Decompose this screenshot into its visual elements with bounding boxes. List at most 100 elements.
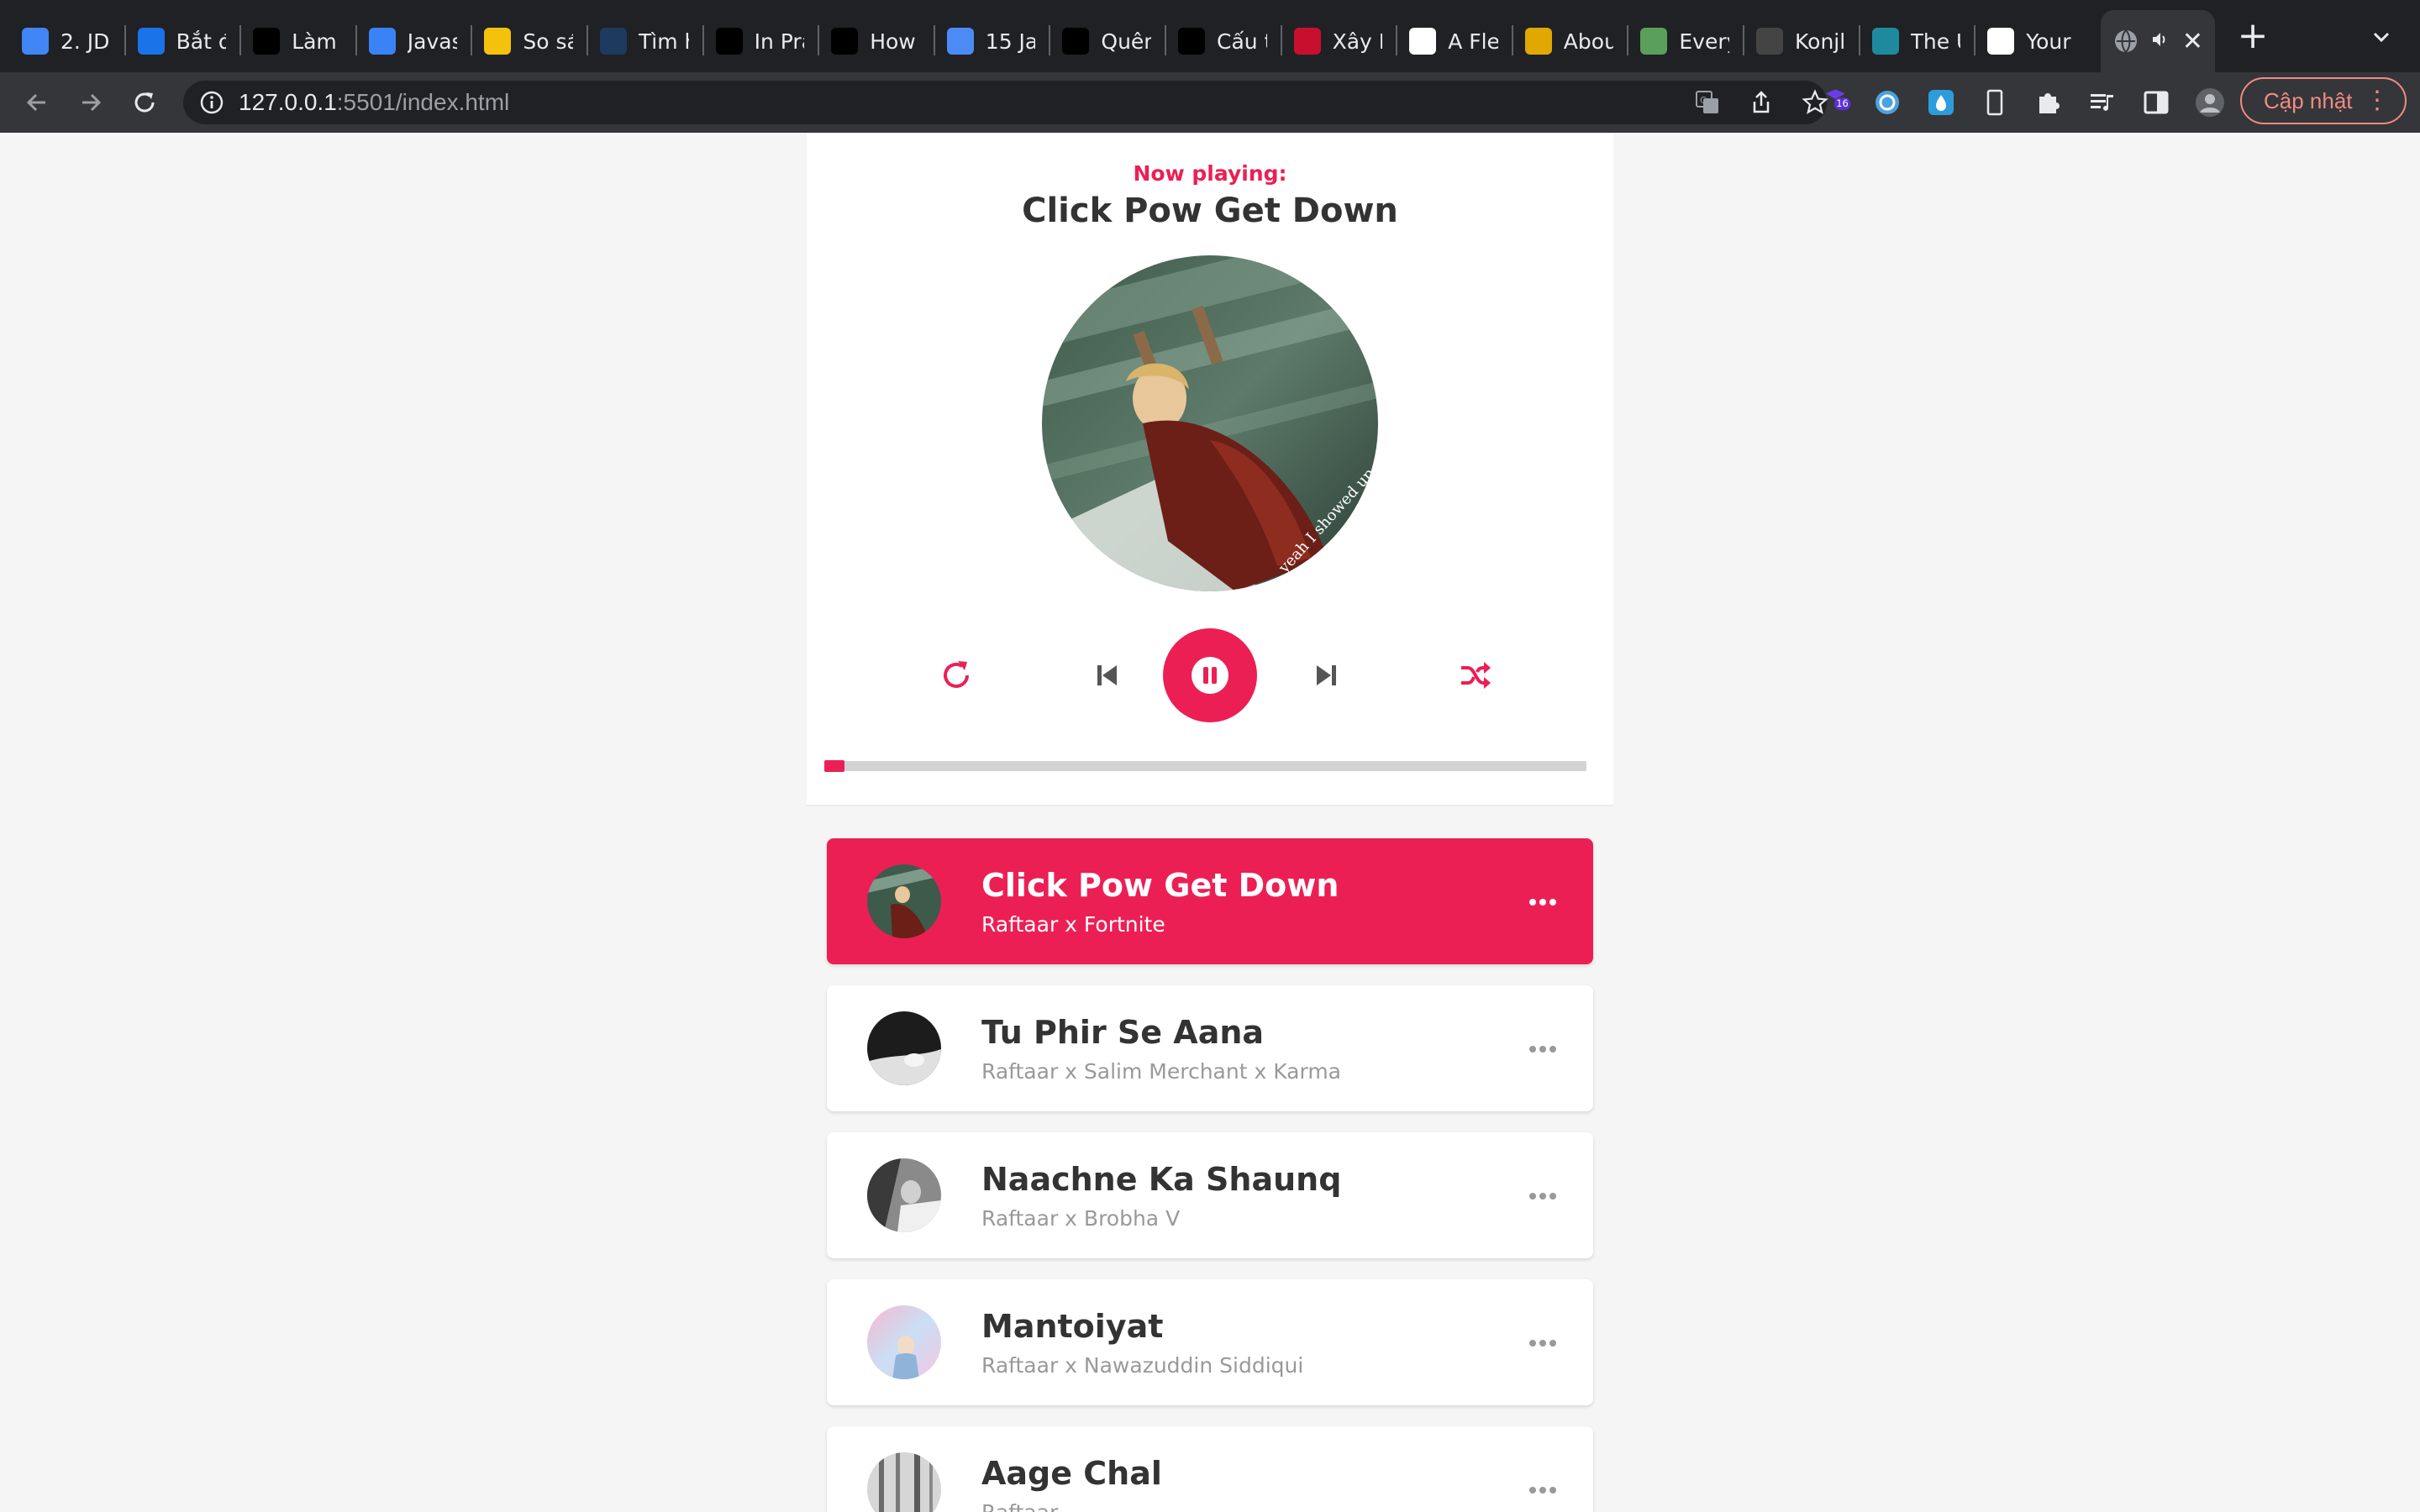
circle-logo-icon [253, 28, 281, 55]
extension-badge-icon[interactable]: 16 [1822, 84, 1852, 114]
codepen-icon [1409, 28, 1437, 55]
puzzle-icon[interactable] [2033, 87, 2064, 118]
new-tab-button[interactable]: + [2235, 18, 2270, 55]
tab-title: Abou [1563, 29, 1614, 54]
slash-circle-icon [715, 28, 743, 55]
konjl-icon [1756, 28, 1783, 55]
song-author: Raftaar [981, 1500, 1058, 1512]
info-icon[interactable] [200, 91, 224, 118]
tab-title: The U [1910, 29, 1961, 54]
update-label: Cập nhật [2264, 87, 2353, 113]
browser-tab[interactable]: 15 Ja [935, 10, 1048, 72]
speaker-icon[interactable] [2151, 29, 2170, 54]
tab-title: A Fle [1448, 29, 1498, 54]
address-bar[interactable]: 127.0.0.1:5501/index.html G [183, 81, 1828, 124]
url-path: :5501/index.html [336, 89, 510, 115]
browser-tab[interactable]: Quên [1050, 10, 1163, 72]
playlist-song[interactable]: Tu Phir Se Aana Raftaar x Salim Merchant … [827, 985, 1593, 1111]
song-author: Raftaar x Nawazuddin Siddiqui [981, 1353, 1304, 1378]
arrow-left-icon [26, 93, 45, 112]
pause-icon [1192, 657, 1228, 694]
back-button[interactable] [18, 84, 55, 121]
more-options-icon[interactable] [1526, 1326, 1560, 1360]
shuffle-button[interactable] [1454, 654, 1497, 697]
play-pause-button[interactable] [1163, 628, 1257, 722]
tab-separator [1743, 25, 1744, 55]
k-icon [600, 28, 627, 55]
reload-icon [134, 92, 155, 113]
more-options-icon[interactable] [1526, 885, 1560, 919]
repeat-button[interactable] [934, 654, 978, 697]
url-text: 127.0.0.1:5501/index.html [239, 81, 509, 124]
browser-tab[interactable]: Every [1628, 10, 1741, 72]
browser-tab[interactable]: Abou [1513, 10, 1626, 72]
step-forward-icon [1317, 665, 1336, 685]
media-queue-icon[interactable] [2087, 87, 2118, 118]
song-author: Raftaar x Salim Merchant x Karma [981, 1059, 1342, 1084]
infinity-icon [368, 28, 396, 55]
red-logo-icon [1293, 28, 1321, 55]
extension-drop-icon[interactable] [1926, 87, 1956, 118]
song-title: Tu Phir Se Aana [981, 1014, 1265, 1051]
browser-tab[interactable]: Your [1975, 10, 2088, 72]
song-title: Aage Chal [981, 1455, 1162, 1492]
player-dashboard: Now playing: Click Pow Get Down yeah I s… [807, 133, 1613, 806]
more-options-icon[interactable] [1526, 1179, 1560, 1213]
browser-tab[interactable]: How [819, 10, 932, 72]
close-tab-icon[interactable]: ✕ [2182, 27, 2203, 56]
tab-title: So sá [523, 29, 573, 54]
browser-tab[interactable]: In Pra [704, 10, 817, 72]
sunflower-icon [1524, 28, 1552, 55]
a-icon [1062, 28, 1090, 55]
song-thumbnail [867, 864, 941, 938]
prev-button[interactable] [1086, 654, 1129, 697]
browser-tab[interactable]: Konjl [1744, 10, 1857, 72]
playlist-song[interactable]: Naachne Ka Shaunq Raftaar x Brobha V [827, 1132, 1593, 1258]
share-icon[interactable] [1746, 87, 1776, 118]
browser-tab[interactable]: A Fle [1397, 10, 1510, 72]
extension-circle-icon[interactable] [1872, 87, 1902, 118]
browser-tab[interactable]: The U [1860, 10, 1973, 72]
chevron-down-icon[interactable] [2368, 24, 2395, 50]
svg-text:G: G [1700, 95, 1707, 106]
profile-avatar-icon[interactable] [2195, 87, 2225, 118]
progress-bar[interactable] [824, 760, 1586, 772]
tab-title: Xây D [1332, 29, 1383, 54]
progress-thumb[interactable] [824, 760, 845, 772]
song-thumbnail [867, 1158, 941, 1232]
browser-tab[interactable]: Javas [357, 10, 470, 72]
browser-tab[interactable]: Làm t [241, 10, 354, 72]
tab-active[interactable]: ✕ [2101, 10, 2215, 72]
tab-separator [1280, 25, 1282, 55]
more-options-icon[interactable] [1526, 1473, 1560, 1507]
kebab-menu-icon[interactable]: ⋮ [2365, 86, 2390, 116]
translate-icon[interactable]: G [1692, 87, 1723, 118]
browser-tab[interactable]: Cấu t [1166, 10, 1279, 72]
more-options-icon[interactable] [1526, 1032, 1560, 1066]
tab-separator [1974, 25, 1976, 55]
update-button[interactable]: Cập nhật ⋮ [2240, 77, 2407, 124]
docs-icon [22, 28, 49, 55]
browser-tab[interactable]: 2. JD [10, 10, 123, 72]
phone-frame-icon[interactable] [1980, 87, 2010, 118]
browser-tab[interactable]: Tìm h [588, 10, 701, 72]
side-panel-icon[interactable] [2141, 87, 2171, 118]
song-thumbnail [867, 1011, 941, 1085]
reload-button[interactable] [126, 84, 163, 121]
forward-button[interactable] [72, 84, 109, 121]
browser-tab-strip: 2. JD Bắt đ Làm t Javas So sá Tìm h In Pra How 1… [0, 0, 2420, 72]
shuffle-icon [1461, 662, 1491, 689]
playlist-song[interactable]: Mantoiyat Raftaar x Nawazuddin Siddiqui [827, 1279, 1593, 1405]
browser-tab[interactable]: Bắt đ [126, 10, 239, 72]
tab-separator [239, 25, 242, 55]
progress-fill [824, 760, 864, 772]
browser-tab[interactable]: Xây D [1282, 10, 1395, 72]
v-icon [946, 28, 974, 55]
playlist-song[interactable]: Aage Chal Raftaar [827, 1426, 1593, 1512]
playlist-song[interactable]: Click Pow Get Down Raftaar x Fortnite [827, 838, 1593, 964]
tab-title: Tìm h [639, 29, 689, 54]
browser-tab[interactable]: So sá [472, 10, 585, 72]
next-button[interactable] [1304, 654, 1348, 697]
tab-separator [124, 25, 126, 55]
github-icon [1987, 28, 2015, 55]
